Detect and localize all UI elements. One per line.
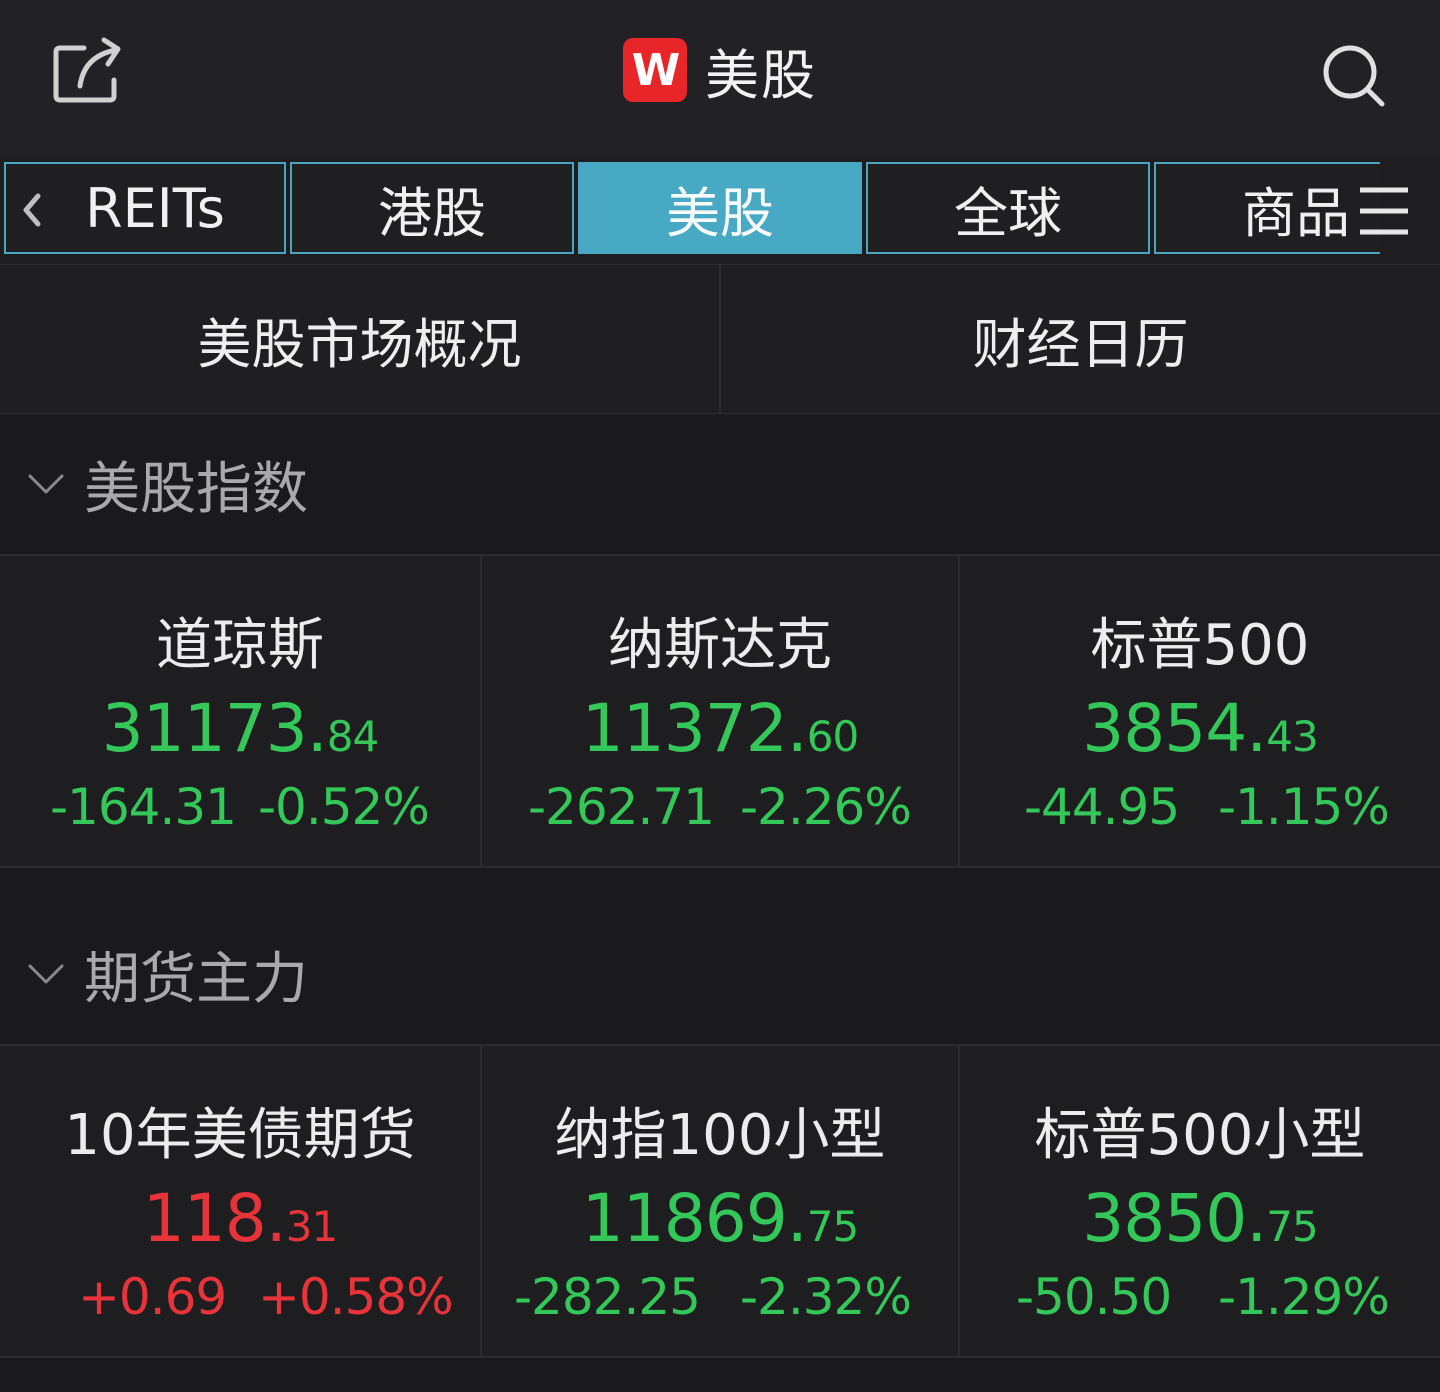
quote-change: -164.31 (50, 778, 237, 836)
quote-change-pct: -0.52% (258, 778, 430, 836)
quote-change-pct: +0.58% (258, 1268, 454, 1326)
price-integer: 118. (142, 1180, 287, 1257)
quote-change-pct: -1.15% (1218, 778, 1390, 836)
menu-icon[interactable] (1356, 182, 1412, 240)
chevron-left-icon[interactable] (14, 190, 48, 230)
price-integer: 3850. (1082, 1180, 1267, 1257)
quote-change: -44.95 (1024, 778, 1180, 836)
quote-name: 纳斯达克 (608, 613, 832, 678)
quote-card-sp500[interactable]: 标普500 3854.43 -44.95 -1.15% (960, 556, 1440, 866)
price-decimal: 84 (326, 712, 379, 761)
tab-global[interactable]: 全球 (866, 162, 1150, 254)
price-decimal: 75 (1266, 1202, 1318, 1251)
chevron-down-icon (28, 964, 64, 984)
calendar-label: 财经日历 (972, 312, 1189, 376)
financial-calendar-button[interactable]: 财经日历 (721, 265, 1440, 413)
quote-name: 纳指100小型 (554, 1103, 886, 1168)
price-decimal: 60 (806, 712, 859, 761)
overview-label: 美股市场概况 (197, 312, 522, 376)
quote-price: 3850.75 (960, 1180, 1440, 1257)
tab-label: 商品 (1242, 181, 1350, 245)
quote-price: 118.31 (0, 1180, 480, 1257)
quote-card-nasdaq100-mini[interactable]: 纳指100小型 11869.75 -282.25 -2.32% (480, 1046, 960, 1356)
price-decimal: 75 (806, 1202, 859, 1251)
quote-card-10y-treasury-futures[interactable]: 10年美债期货 118.31 +0.69 +0.58% (0, 1046, 480, 1356)
tab-label: REITs (85, 176, 225, 240)
search-icon[interactable] (1314, 36, 1394, 116)
app-title-group: W 美股 (0, 30, 1440, 110)
price-integer: 11372. (581, 690, 808, 767)
section-title: 期货主力 (84, 946, 308, 1012)
tab-hk-stocks[interactable]: 港股 (290, 162, 574, 254)
page-title: 美股 (705, 43, 817, 107)
quote-name: 标普500小型 (1034, 1103, 1366, 1168)
price-integer: 11869. (581, 1180, 808, 1257)
section-header-futures[interactable]: 期货主力 (0, 904, 1440, 1044)
section-title: 美股指数 (84, 456, 308, 522)
top-bar: W 美股 (0, 0, 1440, 158)
quote-change-pct: -2.26% (740, 778, 912, 836)
quote-card-nasdaq[interactable]: 纳斯达克 11372.60 -262.71 -2.26% (480, 556, 960, 866)
tab-label: 全球 (954, 181, 1062, 245)
quote-price: 11869.75 (482, 1180, 958, 1257)
quote-change: -262.71 (528, 778, 715, 836)
app-logo: W (623, 38, 687, 102)
quote-card-dow[interactable]: 道琼斯 31173.84 -164.31 -0.52% (0, 556, 480, 866)
quote-change-pct: -1.29% (1218, 1268, 1390, 1326)
price-integer: 3854. (1082, 690, 1267, 767)
tab-label: 港股 (378, 181, 486, 245)
tab-label: 美股 (666, 181, 774, 245)
quote-change: +0.69 (78, 1268, 227, 1326)
tab-us-stocks[interactable]: 美股 (578, 162, 862, 254)
chevron-down-icon (28, 474, 64, 494)
section-header-us-indices[interactable]: 美股指数 (0, 414, 1440, 554)
quote-price: 31173.84 (0, 690, 480, 767)
quote-name: 标普500 (1090, 613, 1310, 678)
price-integer: 31173. (101, 690, 328, 767)
price-decimal: 43 (1266, 712, 1318, 761)
quote-price: 11372.60 (482, 690, 958, 767)
tab-reits[interactable]: REITs (4, 162, 286, 254)
price-decimal: 31 (285, 1202, 338, 1251)
quote-name: 10年美债期货 (64, 1103, 416, 1168)
index-grid: 道琼斯 31173.84 -164.31 -0.52% 纳斯达克 11372.6… (0, 554, 1440, 868)
us-market-overview-button[interactable]: 美股市场概况 (0, 265, 719, 413)
quote-change: -282.25 (514, 1268, 701, 1326)
futures-grid: 10年美债期货 118.31 +0.69 +0.58% 纳指100小型 1186… (0, 1044, 1440, 1358)
quote-card-sp500-mini[interactable]: 标普500小型 3850.75 -50.50 -1.29% (960, 1046, 1440, 1356)
quote-change-pct: -2.32% (740, 1268, 912, 1326)
quote-name: 道琼斯 (156, 613, 324, 678)
market-tabs: REITs 港股 美股 全球 商品 (0, 158, 1440, 264)
quote-price: 3854.43 (960, 690, 1440, 767)
quote-change: -50.50 (1016, 1268, 1172, 1326)
overview-bar: 美股市场概况 财经日历 (0, 264, 1440, 414)
